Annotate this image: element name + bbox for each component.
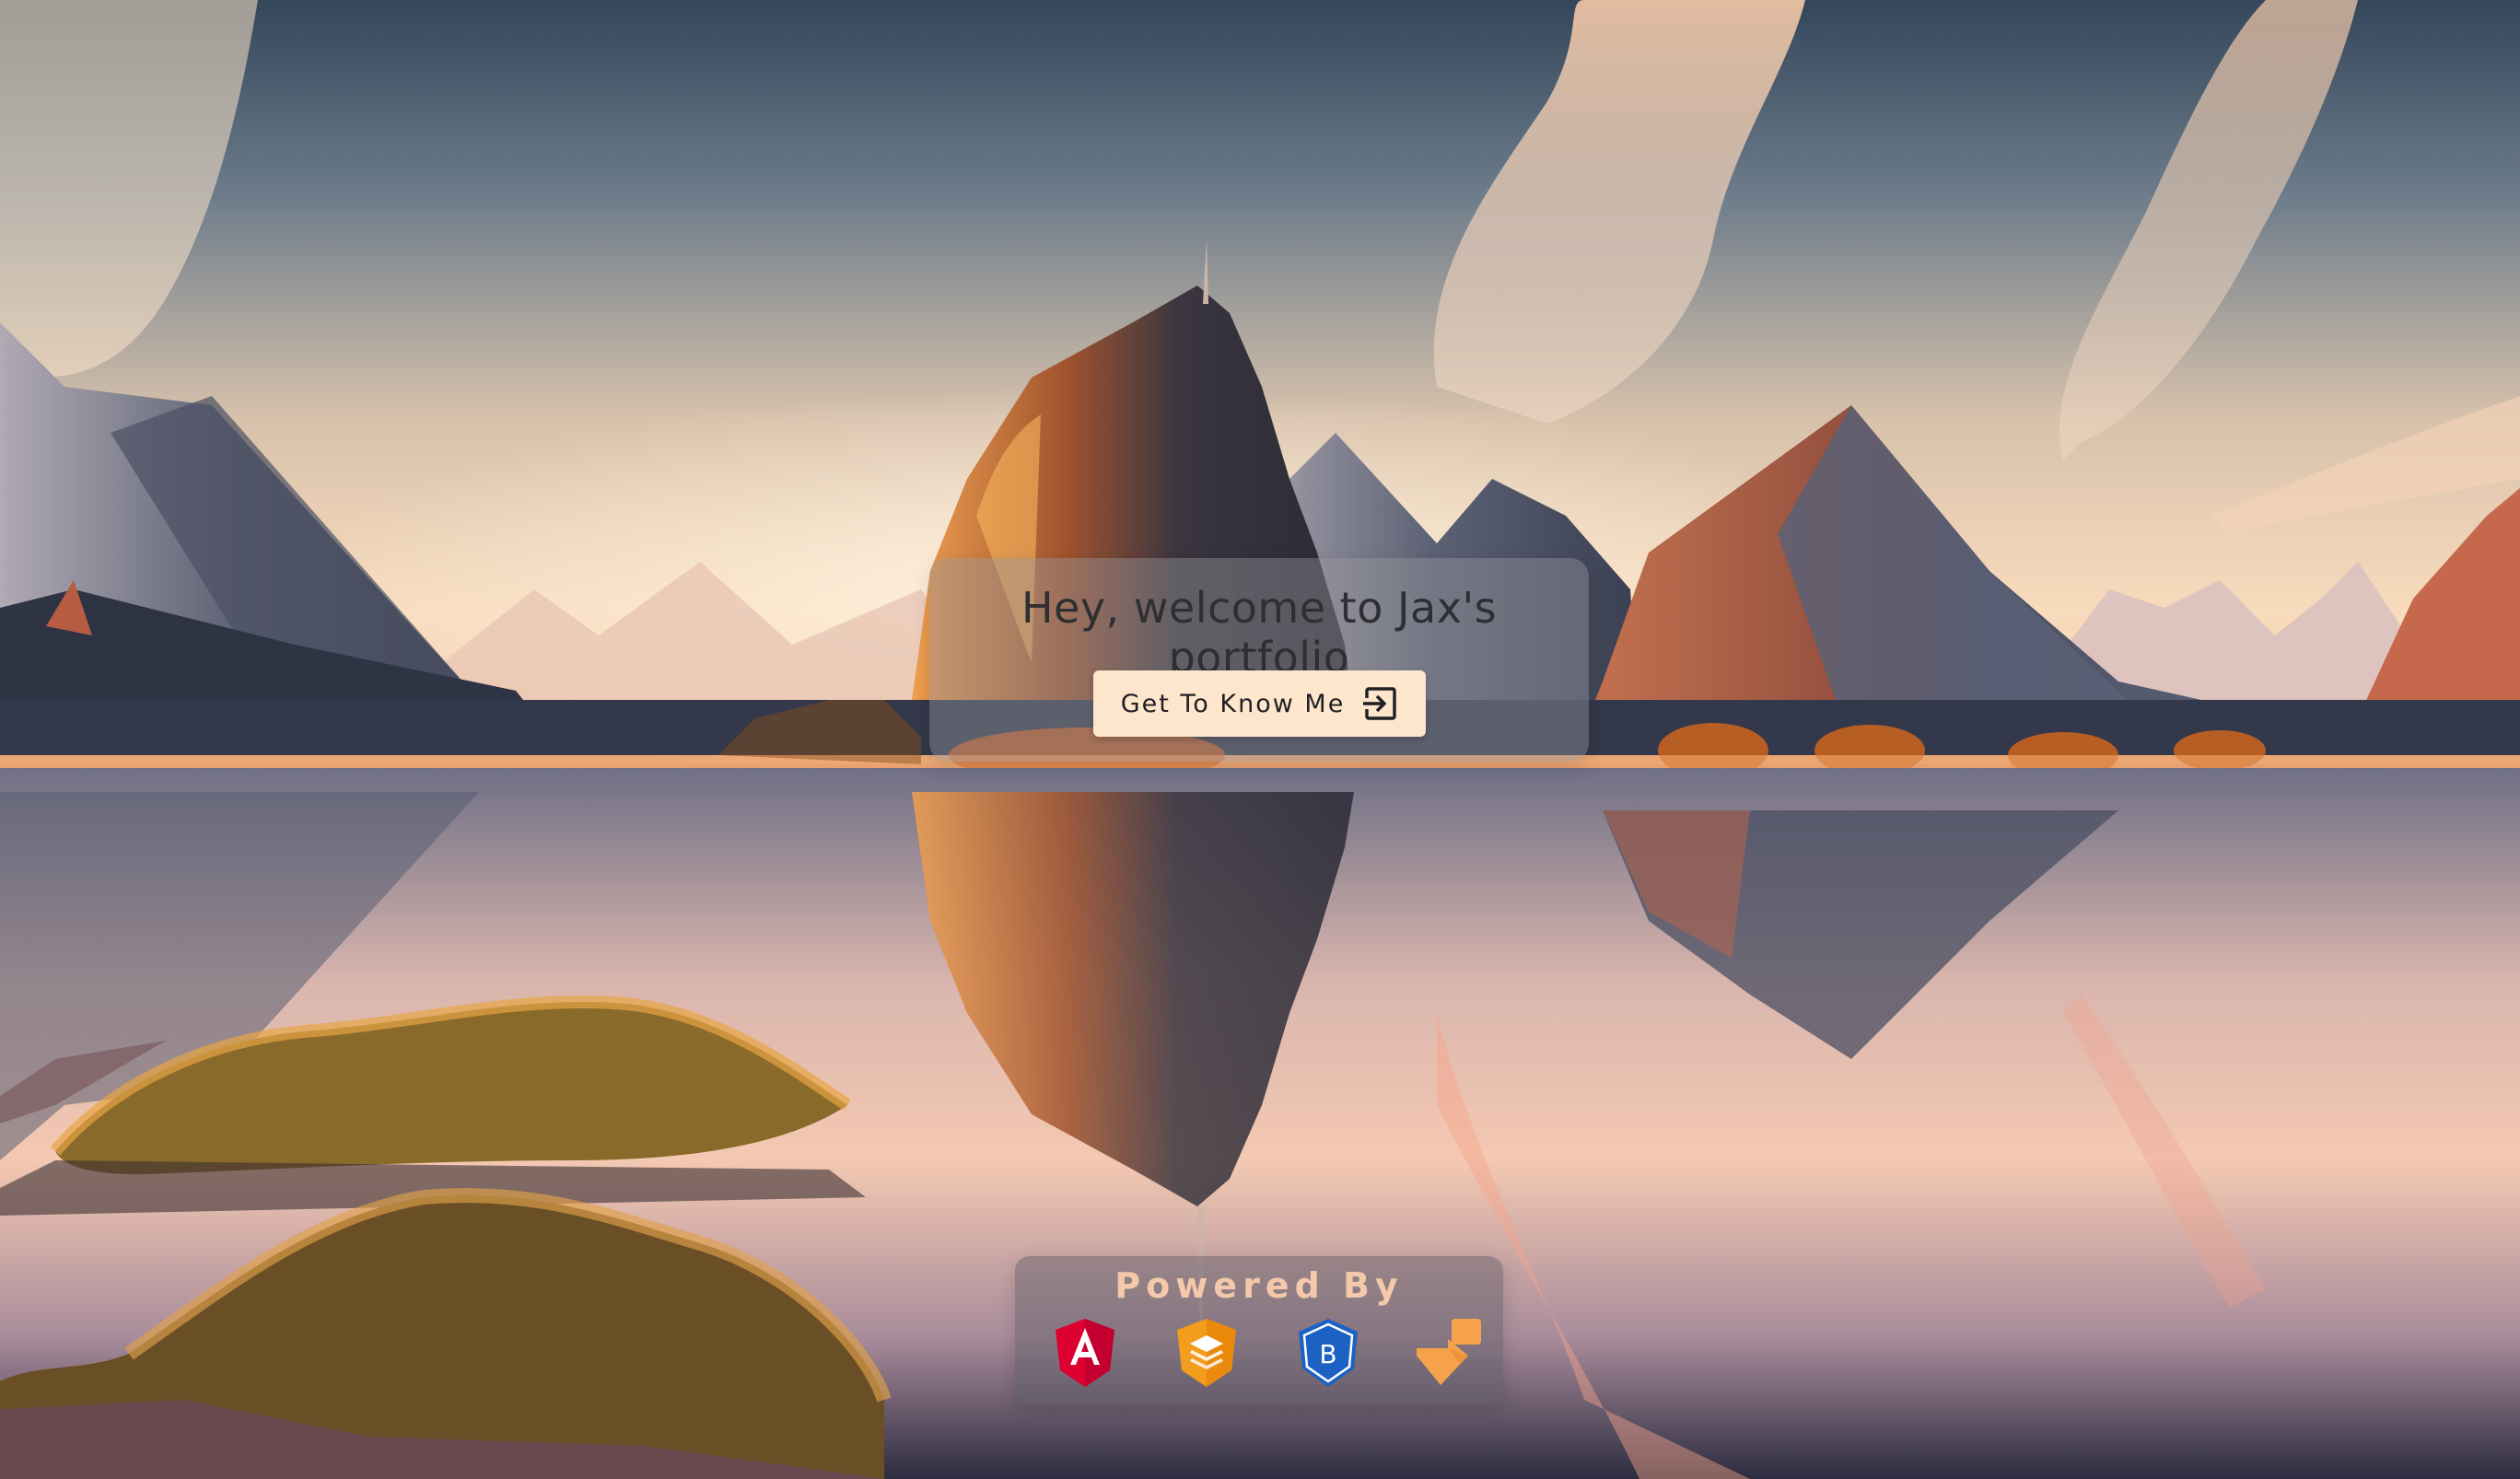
login-icon — [1361, 685, 1398, 722]
tech-logo-row: B — [1015, 1315, 1503, 1392]
get-to-know-me-button[interactable]: Get To Know Me — [1093, 670, 1426, 737]
welcome-card: Hey, welcome to Jax's portfolio Get To K… — [929, 558, 1589, 762]
svg-text:B: B — [1319, 1339, 1336, 1369]
get-to-know-me-label: Get To Know Me — [1120, 689, 1346, 718]
angular-logo[interactable] — [1048, 1315, 1122, 1392]
powered-by-card: Powered By B — [1015, 1256, 1503, 1405]
welcome-heading: Hey, welcome to Jax's portfolio — [1021, 583, 1498, 682]
powered-by-heading: Powered By — [1114, 1265, 1404, 1306]
landing-page: Hey, welcome to Jax's portfolio Get To K… — [0, 0, 2520, 1479]
bootstrap-logo[interactable]: B — [1291, 1315, 1365, 1392]
block-shapes-logo[interactable] — [1413, 1315, 1487, 1392]
stack-layers-logo[interactable] — [1170, 1315, 1243, 1392]
